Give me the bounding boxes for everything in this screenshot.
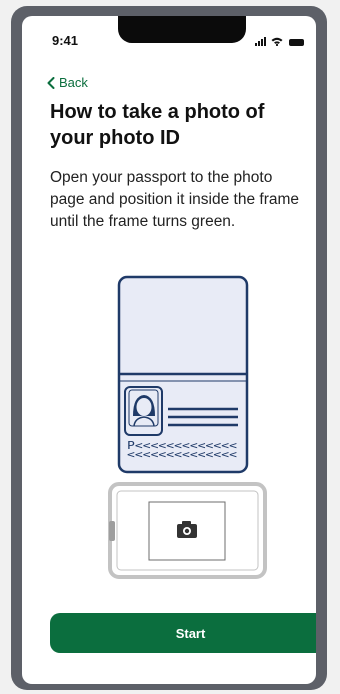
status-time: 9:41 bbox=[52, 33, 79, 48]
phone-frame: 9:41 Back How to take a photo of your ph… bbox=[11, 6, 327, 690]
start-button[interactable]: Start bbox=[50, 613, 316, 653]
chevron-left-icon bbox=[47, 76, 55, 89]
notch bbox=[118, 16, 246, 43]
page-title: How to take a photo of your photo ID bbox=[50, 101, 265, 149]
wifi-icon bbox=[271, 37, 283, 46]
passport-illustration: P<<<<<<<<<<<<< <<<<<<<<<<<<<< bbox=[22, 274, 316, 586]
status-bar: 9:41 bbox=[22, 16, 316, 56]
signal-icon bbox=[255, 37, 266, 46]
portrait-icon bbox=[124, 386, 163, 436]
screen: 9:41 Back How to take a photo of your ph… bbox=[22, 16, 316, 684]
instructions-text: Open your passport to the photo page and… bbox=[50, 169, 300, 230]
battery-icon bbox=[289, 39, 304, 46]
passport-graphic: P<<<<<<<<<<<<< <<<<<<<<<<<<<< bbox=[117, 275, 249, 474]
back-label: Back bbox=[59, 75, 88, 90]
status-icons bbox=[255, 37, 304, 46]
passport-mrz-line-2: <<<<<<<<<<<<<< bbox=[127, 449, 237, 461]
back-link[interactable]: Back bbox=[47, 75, 88, 90]
phone-camera-graphic bbox=[108, 482, 267, 579]
